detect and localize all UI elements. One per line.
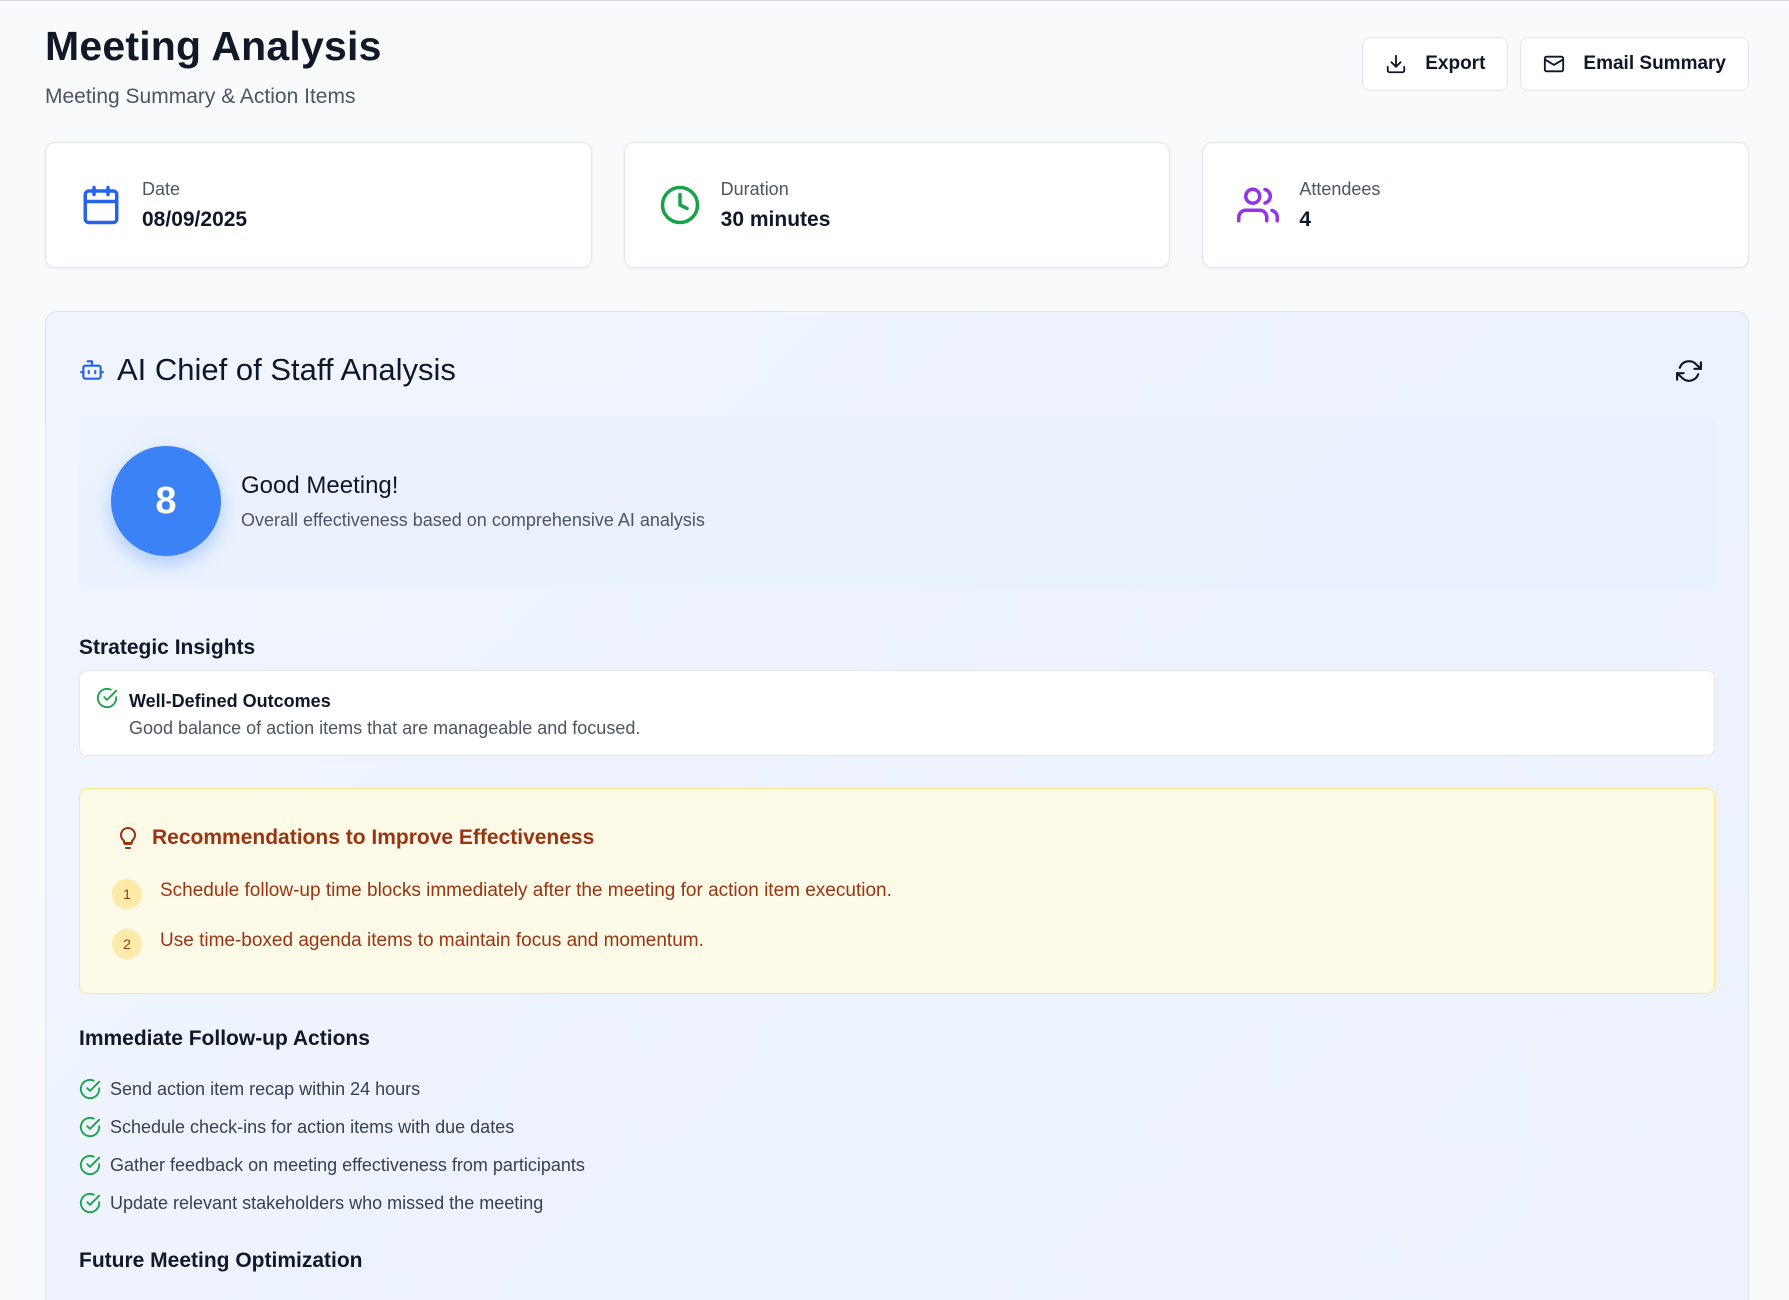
check-circle-icon <box>96 687 118 709</box>
calendar-icon <box>83 185 119 225</box>
recommendation-item: 2 Use time-boxed agenda items to maintai… <box>112 929 704 959</box>
header-actions: Export Email Summary <box>1362 37 1749 91</box>
recommendation-item: 1 Schedule follow-up time blocks immedia… <box>112 879 892 909</box>
recommendation-text: Use time-boxed agenda items to maintain … <box>160 930 704 951</box>
follow-up-item: Schedule check-ins for action items with… <box>79 1108 585 1146</box>
insight-description: Good balance of action items that are ma… <box>129 718 641 738</box>
score-badge: 8 <box>111 446 221 556</box>
check-circle-icon <box>79 1192 101 1214</box>
check-circle-icon <box>79 1078 101 1100</box>
follow-up-list: Send action item recap within 24 hours S… <box>79 1070 585 1222</box>
stat-card-date: Date 08/09/2025 <box>45 142 592 268</box>
recommendation-number: 2 <box>112 929 142 959</box>
stats-row: Date 08/09/2025 Duration 30 minutes Atte… <box>45 142 1750 268</box>
score-description: Overall effectiveness based on comprehen… <box>241 510 705 530</box>
email-summary-button-label: Email Summary <box>1583 53 1726 74</box>
score-summary: 8 Good Meeting! Overall effectiveness ba… <box>79 416 1715 590</box>
clock-icon <box>660 185 699 225</box>
stat-card-attendees: Attendees 4 <box>1202 142 1750 268</box>
stat-value: 4 <box>1299 207 1312 231</box>
follow-up-title: Immediate Follow-up Actions <box>79 1027 370 1050</box>
strategic-insights-title: Strategic Insights <box>79 636 256 659</box>
score-title: Good Meeting! <box>241 472 399 499</box>
follow-up-item: Gather feedback on meeting effectiveness… <box>79 1146 585 1184</box>
email-summary-button[interactable]: Email Summary <box>1520 37 1749 91</box>
panel-header: AI Chief of Staff Analysis <box>79 352 456 388</box>
export-button[interactable]: Export <box>1362 37 1509 91</box>
stat-label: Date <box>142 178 181 199</box>
page-header: Meeting Analysis Meeting Summary & Actio… <box>45 21 1749 111</box>
recommendation-number: 1 <box>112 879 142 909</box>
ai-analysis-panel: AI Chief of Staff Analysis 8 Good Meetin… <box>45 311 1749 1300</box>
recommendation-text: Schedule follow-up time blocks immediate… <box>160 880 892 901</box>
recommendations-title: Recommendations to Improve Effectiveness <box>152 826 595 849</box>
bot-icon <box>80 360 104 380</box>
stat-value: 08/09/2025 <box>142 207 248 231</box>
recommendations-header: Recommendations to Improve Effectiveness <box>116 825 594 851</box>
check-circle-icon <box>79 1116 101 1138</box>
stat-label: Duration <box>720 178 789 199</box>
insight-title: Well-Defined Outcomes <box>129 691 331 711</box>
recommendations-card: Recommendations to Improve Effectiveness… <box>79 788 1715 994</box>
follow-up-text: Schedule check-ins for action items with… <box>110 1116 515 1137</box>
panel-title: AI Chief of Staff Analysis <box>117 352 456 387</box>
stat-label: Attendees <box>1299 178 1381 199</box>
future-optimization-title: Future Meeting Optimization <box>79 1249 363 1272</box>
follow-up-text: Update relevant stakeholders who missed … <box>110 1192 544 1213</box>
follow-up-text: Send action item recap within 24 hours <box>110 1078 421 1099</box>
follow-up-text: Gather feedback on meeting effectiveness… <box>110 1154 585 1175</box>
refresh-icon[interactable] <box>1676 358 1702 384</box>
download-icon <box>1387 54 1406 74</box>
follow-up-item: Send action item recap within 24 hours <box>79 1070 585 1108</box>
users-icon <box>1237 187 1280 223</box>
export-button-label: Export <box>1425 53 1486 74</box>
insight-card: Well-Defined Outcomes Good balance of ac… <box>79 670 1715 756</box>
stat-value: 30 minutes <box>720 207 831 231</box>
lightbulb-icon <box>120 827 136 849</box>
follow-up-item: Update relevant stakeholders who missed … <box>79 1184 585 1222</box>
stat-card-duration: Duration 30 minutes <box>623 142 1171 268</box>
mail-icon <box>1544 55 1565 73</box>
check-circle-icon <box>79 1154 101 1176</box>
